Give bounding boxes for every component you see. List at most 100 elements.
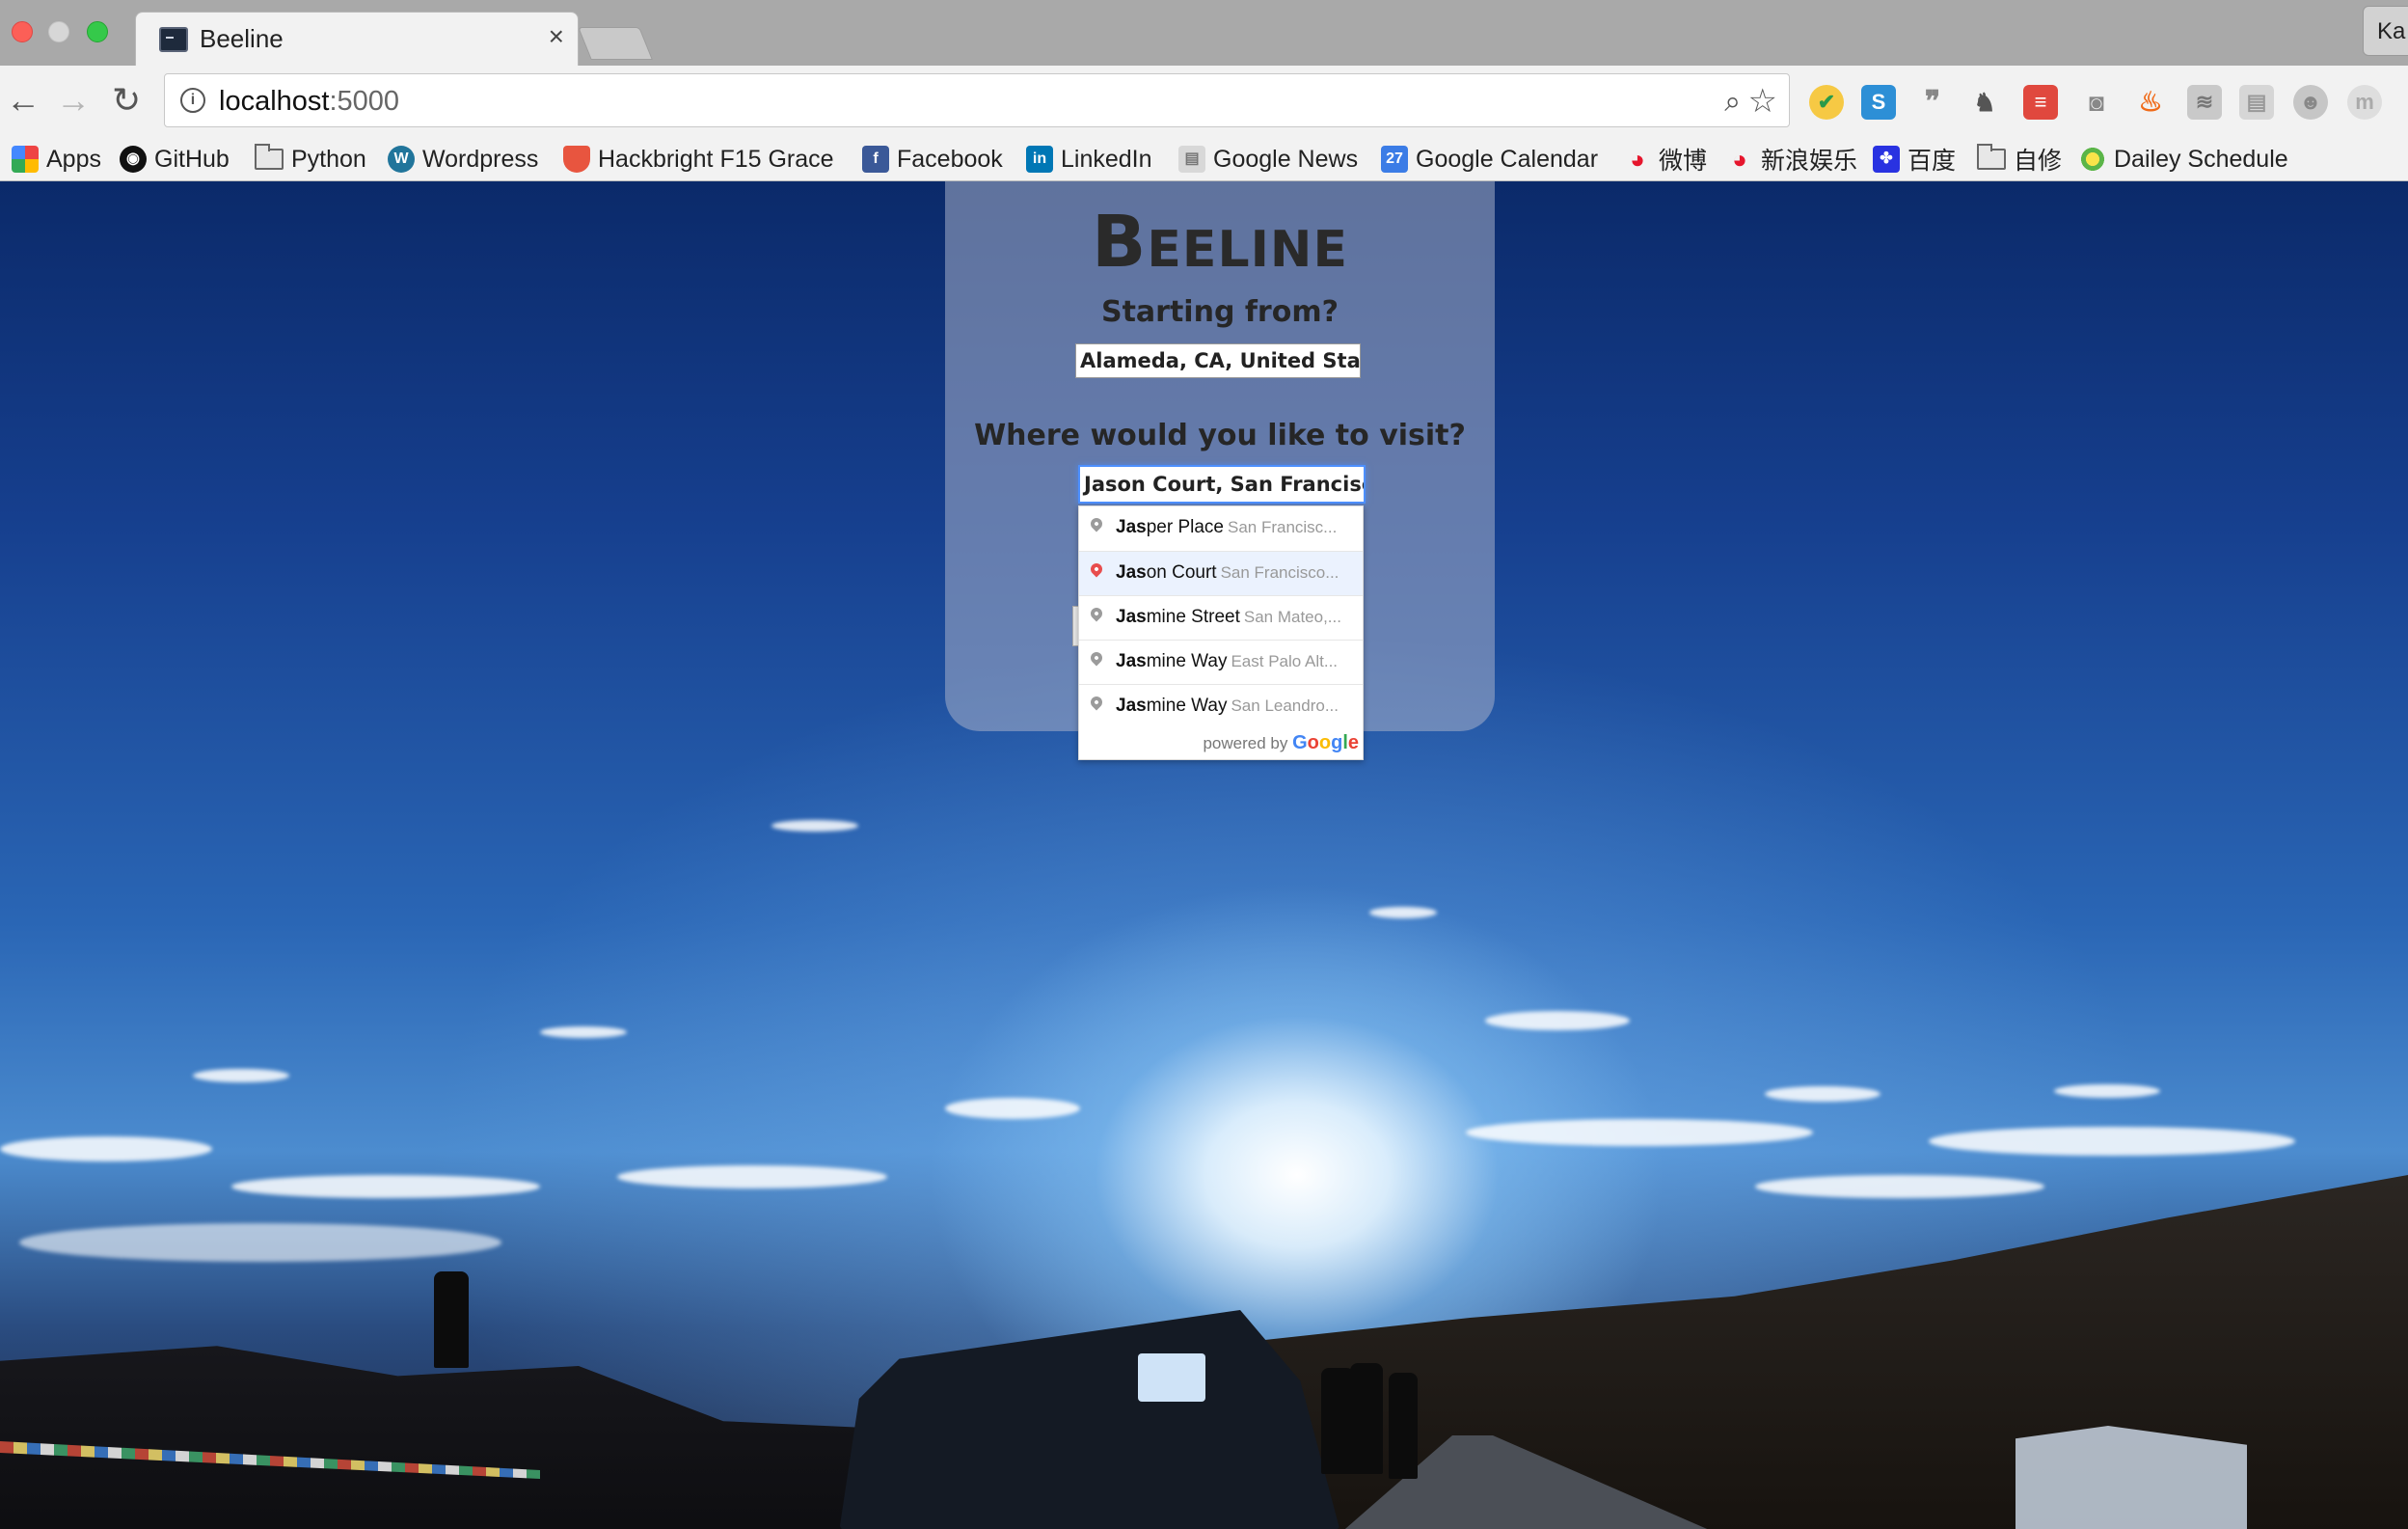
tab-beeline[interactable]: Beeline ×: [135, 12, 579, 68]
weibo-icon: ◕: [1630, 145, 1645, 174]
person-silhouette: [1389, 1373, 1418, 1479]
cloud: [540, 1026, 627, 1038]
car-window: [1138, 1353, 1205, 1402]
window-maximize-button[interactable]: [87, 21, 108, 42]
starting-from-heading: Starting from?: [1100, 295, 1339, 329]
cloud: [1765, 1086, 1880, 1102]
window-close-button[interactable]: [12, 21, 33, 42]
cloud: [1755, 1175, 2044, 1198]
bookmark-facebook[interactable]: f Facebook: [862, 143, 1003, 176]
person-silhouette: [434, 1271, 469, 1368]
autocomplete-item[interactable]: Jasmine Way San Leandro...: [1079, 684, 1363, 728]
cloud: [231, 1175, 540, 1198]
extension-camera-icon[interactable]: ◙: [2079, 85, 2114, 120]
window-titlebar: Beeline × Ka: [0, 0, 2408, 68]
bookmark-python-folder[interactable]: Python: [255, 143, 366, 176]
extension-todoist-icon[interactable]: ≡: [2023, 85, 2058, 120]
autocomplete-item[interactable]: Jasper Place San Francisc...: [1079, 506, 1363, 551]
extension-gray-icon[interactable]: ≋: [2187, 85, 2222, 120]
extension-check-icon[interactable]: ✔: [1809, 85, 1844, 120]
map-pin-icon: [1088, 694, 1105, 711]
person-silhouette: [1321, 1368, 1354, 1474]
info-icon[interactable]: i: [180, 88, 205, 113]
hackbright-icon: [563, 146, 590, 173]
address-bar[interactable]: i localhost:5000 ⌕ ☆: [164, 73, 1790, 127]
bookmark-linkedin[interactable]: in LinkedIn: [1026, 143, 1152, 176]
cloud: [19, 1223, 501, 1262]
google-calendar-icon: 27: [1381, 146, 1408, 173]
bookmark-wordpress[interactable]: W Wordpress: [388, 143, 538, 176]
extension-doc-icon[interactable]: ▤: [2239, 85, 2274, 120]
map-pin-icon: [1088, 605, 1105, 622]
cloud: [2054, 1084, 2160, 1098]
cloud: [0, 1136, 212, 1161]
autocomplete-item[interactable]: Jasmine Way East Palo Alt...: [1079, 640, 1363, 684]
bookmark-weibo[interactable]: ◕ 微博: [1624, 143, 1707, 176]
reload-icon[interactable]: ↻: [112, 81, 141, 120]
bookmark-zixiu-folder[interactable]: 自修: [1977, 143, 2062, 176]
zoom-icon[interactable]: ⌕: [1724, 86, 1741, 119]
page-viewport: Beeline Starting from? Alameda, CA, Unit…: [0, 181, 2408, 1529]
terminal-favicon-icon: [159, 27, 188, 52]
new-tab-button[interactable]: [578, 27, 653, 60]
map-pin-icon: [1088, 649, 1105, 667]
github-icon: ◉: [120, 146, 147, 173]
destination-heading: Where would you like to visit?: [974, 419, 1466, 452]
sina-icon: ◕: [1732, 145, 1747, 174]
cloud: [617, 1165, 887, 1188]
powered-by-google: powered by Google: [1203, 732, 1359, 753]
autocomplete-dropdown: Jasper Place San Francisc... Jason Court S…: [1078, 505, 1364, 760]
bookmark-star-icon[interactable]: ☆: [1748, 82, 1777, 121]
bookmark-baidu[interactable]: ✤ 百度: [1873, 143, 1956, 176]
tent: [2016, 1426, 2247, 1529]
autocomplete-item-selected[interactable]: Jason Court San Francisco...: [1079, 551, 1363, 595]
starting-location-input[interactable]: Alameda, CA, United States: [1075, 343, 1361, 378]
folder-icon: [1977, 144, 2006, 170]
wordpress-icon: W: [388, 146, 415, 173]
bookmark-github[interactable]: ◉ GitHub: [120, 143, 230, 176]
bookmark-apps[interactable]: Apps: [12, 143, 101, 176]
google-news-icon: ▤: [1178, 146, 1205, 173]
facebook-icon: f: [862, 146, 889, 173]
brand-logo: Beeline: [1092, 201, 1348, 284]
schedule-icon: [2079, 146, 2106, 173]
autocomplete-item[interactable]: Jasmine Street San Mateo,...: [1079, 595, 1363, 640]
extension-quote-icon[interactable]: ❞: [1915, 85, 1950, 120]
back-arrow-icon[interactable]: ←: [6, 81, 41, 120]
extension-m-icon[interactable]: m: [2347, 85, 2382, 120]
profile-button[interactable]: Ka: [2363, 6, 2408, 56]
cloud: [945, 1098, 1080, 1119]
extension-fire-icon[interactable]: ♨: [2133, 85, 2168, 120]
extension-evernote-icon[interactable]: ♞: [1967, 85, 2002, 120]
profile-label: Ka: [2377, 18, 2406, 44]
destination-input[interactable]: Jason Court, San Francisco, CA: [1078, 465, 1366, 504]
folder-icon: [255, 144, 284, 170]
bookmark-google-news[interactable]: ▤ Google News: [1178, 143, 1358, 176]
car-silhouette: [839, 1310, 1340, 1529]
map-pin-icon: [1088, 560, 1105, 578]
bookmark-dailey-schedule[interactable]: Dailey Schedule: [2079, 143, 2288, 176]
extension-s-icon[interactable]: S: [1861, 85, 1896, 120]
apps-grid-icon: [12, 146, 39, 173]
browser-toolbar: ← → ↻ i localhost:5000 ⌕ ☆ ✔ S ❞ ♞ ≡ ◙ ♨…: [0, 66, 2408, 135]
tab-title: Beeline: [200, 24, 284, 53]
linkedin-icon: in: [1026, 146, 1053, 173]
cloud: [1466, 1119, 1813, 1146]
tab-close-icon[interactable]: ×: [549, 22, 564, 51]
bookmark-hackbright[interactable]: Hackbright F15 Grace: [563, 143, 834, 176]
bookmark-sina[interactable]: ◕ 新浪娱乐: [1726, 143, 1857, 176]
bookmarks-bar: Apps ◉ GitHub Python W Wordpress Hackbri…: [0, 135, 2408, 181]
cloud: [1369, 907, 1437, 918]
cloud: [193, 1069, 289, 1082]
baidu-icon: ✤: [1873, 146, 1900, 173]
cloud: [771, 820, 858, 832]
google-logo: Google: [1292, 732, 1359, 753]
cloud: [1929, 1127, 2295, 1156]
person-silhouette: [1350, 1363, 1383, 1474]
bookmark-google-calendar[interactable]: 27 Google Calendar: [1381, 143, 1598, 176]
url-text[interactable]: localhost:5000: [219, 86, 399, 118]
extension-face-icon[interactable]: ☻: [2293, 85, 2328, 120]
cloud: [1485, 1011, 1630, 1030]
forward-arrow-icon[interactable]: →: [56, 81, 91, 120]
window-minimize-button[interactable]: [48, 21, 69, 42]
